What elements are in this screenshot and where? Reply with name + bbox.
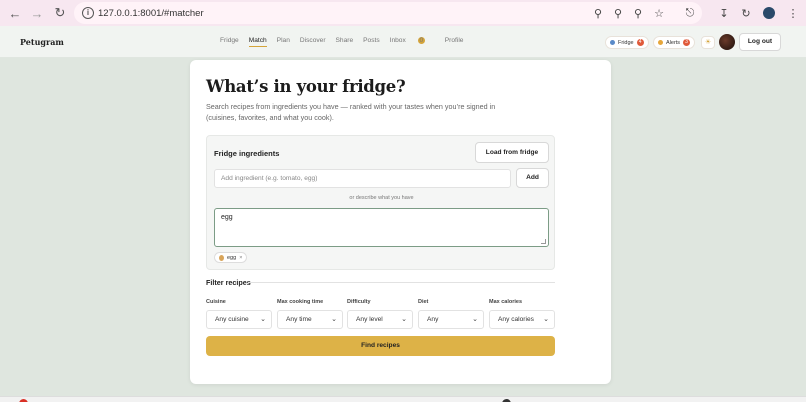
- max-calories-select[interactable]: Any calories ⌄: [489, 310, 555, 329]
- sync-icon[interactable]: ↻: [737, 4, 755, 22]
- password-key-icon[interactable]: ⚲: [629, 4, 647, 22]
- address-bar[interactable]: i 127.0.0.1:8001/#matcher: [74, 2, 702, 24]
- find-recipes-button[interactable]: Find recipes: [206, 336, 555, 356]
- ingredient-chip-label: egg: [227, 254, 237, 261]
- difficulty-select[interactable]: Any level ⌄: [347, 310, 413, 329]
- describe-textarea[interactable]: egg: [214, 208, 549, 247]
- fridge-pill-label: Fridge: [618, 39, 634, 46]
- or-describe-text: or describe what you have: [349, 195, 414, 201]
- back-icon[interactable]: ←: [4, 2, 26, 24]
- fridge-pill[interactable]: Fridge 4: [605, 36, 649, 49]
- cuisine-select-value: Any cuisine: [215, 316, 249, 323]
- add-ingredient-button[interactable]: Add: [516, 168, 549, 188]
- app-logo[interactable]: Petugram: [20, 37, 64, 47]
- alerts-pill[interactable]: Alerts 3: [653, 36, 696, 49]
- nav-inbox-label: Inbox: [389, 37, 406, 45]
- diet-select[interactable]: Any ⌄: [418, 310, 484, 329]
- user-avatar[interactable]: [719, 34, 735, 50]
- theme-toggle-sun-icon[interactable]: ☀: [701, 36, 715, 49]
- nav-match[interactable]: Match: [248, 37, 267, 47]
- chevron-down-icon: ⌄: [331, 316, 337, 323]
- bookmark-star-icon[interactable]: ☆: [650, 4, 668, 22]
- inbox-count-badge: 0: [417, 37, 425, 44]
- fridge-ingredients-heading: Fridge ingredients: [214, 149, 280, 158]
- filter-recipes-heading: Filter recipes: [206, 278, 251, 287]
- alerts-count-badge: 3: [683, 39, 691, 46]
- chevron-down-icon: ⌄: [401, 316, 407, 323]
- zoom-icon[interactable]: ⚲: [609, 4, 627, 22]
- diet-label: Diet: [418, 299, 429, 305]
- page-title: What’s in your fridge?: [206, 77, 406, 96]
- nav-profile[interactable]: Profile: [445, 37, 464, 47]
- chevron-down-icon: ⌄: [260, 316, 266, 323]
- chevron-down-icon: ⌄: [472, 316, 478, 323]
- alerts-pill-label: Alerts: [666, 39, 681, 46]
- describe-textarea-value: egg: [221, 214, 233, 221]
- browser-toolbar: ← → ↻ i 127.0.0.1:8001/#matcher ⚲ ⚲ ⚲ ☆ …: [0, 0, 806, 26]
- matcher-card: What’s in your fridge? Search recipes fr…: [190, 60, 611, 384]
- reload-icon[interactable]: ↻: [49, 2, 71, 24]
- nav-fridge[interactable]: Fridge: [220, 37, 239, 47]
- filter-divider: [248, 282, 555, 283]
- cooking-time-select[interactable]: Any time ⌄: [277, 310, 343, 329]
- forward-icon[interactable]: →: [26, 2, 48, 24]
- bottom-strip: [0, 396, 806, 402]
- main-nav: Fridge Match Plan Discover Share Posts I…: [220, 37, 473, 47]
- max-cooking-time-label: Max cooking time: [277, 299, 324, 305]
- difficulty-label: Difficulty: [347, 299, 371, 305]
- cuisine-label: Cuisine: [206, 299, 226, 305]
- max-calories-label: Max calories: [489, 299, 523, 305]
- alert-icon: [658, 40, 663, 45]
- app-header: Petugram Fridge Match Plan Discover Shar…: [0, 26, 806, 58]
- nav-plan[interactable]: Plan: [277, 37, 290, 47]
- fridge-icon: [610, 40, 615, 45]
- resize-handle-icon[interactable]: [541, 239, 546, 244]
- ingredient-input[interactable]: Add ingredient (e.g. tomato, egg): [214, 169, 511, 188]
- nav-discover[interactable]: Discover: [300, 37, 326, 47]
- location-icon[interactable]: ⚲: [589, 4, 607, 22]
- max-calories-select-value: Any calories: [498, 316, 534, 323]
- cuisine-select[interactable]: Any cuisine ⌄: [206, 310, 272, 329]
- chevron-down-icon: ⌄: [543, 316, 549, 323]
- ingredient-chip[interactable]: egg ×: [214, 252, 248, 263]
- url-text: 127.0.0.1:8001/#matcher: [98, 7, 204, 19]
- extensions-icon[interactable]: ⎋: [681, 4, 699, 22]
- egg-icon: [219, 254, 224, 261]
- download-icon[interactable]: ↧: [715, 4, 733, 22]
- diet-select-value: Any: [427, 316, 439, 323]
- fridge-count-badge: 4: [636, 39, 644, 46]
- difficulty-select-value: Any level: [356, 316, 383, 323]
- nav-inbox[interactable]: Inbox 0: [390, 37, 435, 47]
- remove-chip-icon[interactable]: ×: [239, 255, 242, 261]
- menu-dots-icon[interactable]: ⋮: [784, 4, 802, 22]
- profile-avatar-icon[interactable]: [760, 4, 778, 22]
- nav-posts[interactable]: Posts: [363, 37, 380, 47]
- site-info-icon[interactable]: i: [82, 7, 94, 19]
- fridge-ingredients-panel: Fridge ingredients Load from fridge Add …: [206, 135, 555, 270]
- page-subtitle: Search recipes from ingredients you have…: [206, 102, 496, 122]
- cooking-time-select-value: Any time: [286, 316, 312, 323]
- load-from-fridge-button[interactable]: Load from fridge: [475, 142, 549, 163]
- logout-button[interactable]: Log out: [739, 33, 781, 51]
- nav-share[interactable]: Share: [336, 37, 354, 47]
